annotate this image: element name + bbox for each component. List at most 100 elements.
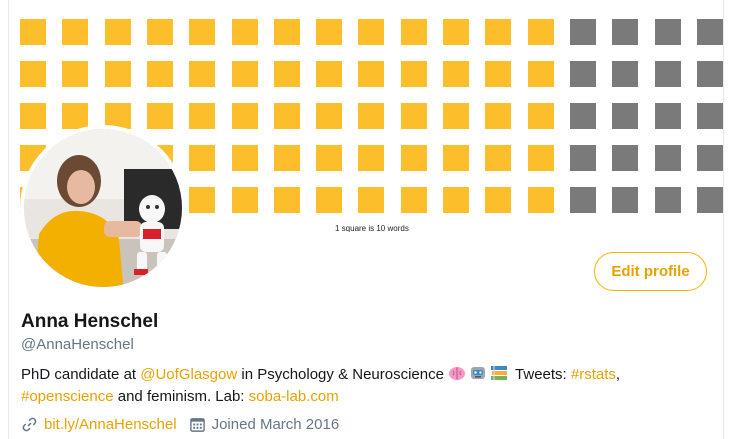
waffle-square-orange	[231, 187, 258, 213]
waffle-square-orange	[189, 103, 216, 129]
waffle-square-orange	[231, 103, 258, 129]
waffle-square-orange	[358, 187, 385, 213]
waffle-square-orange	[62, 19, 89, 45]
lab-link[interactable]: soba-lab.com	[249, 388, 339, 405]
waffle-square-orange	[485, 103, 512, 129]
waffle-square-grey	[696, 145, 723, 171]
waffle-square-grey	[654, 61, 681, 87]
waffle-square-grey	[654, 103, 681, 129]
profile-bio: PhD candidate at @UofGlasgow in Psycholo…	[21, 364, 681, 408]
waffle-square-orange	[273, 61, 300, 87]
waffle-square-orange	[527, 61, 554, 87]
calendar-icon	[189, 418, 205, 432]
waffle-square-orange	[358, 19, 385, 45]
waffle-square-grey	[612, 103, 639, 129]
waffle-square-orange	[358, 145, 385, 171]
banner-caption: 1 square is 10 words	[335, 224, 409, 232]
waffle-square-orange	[443, 145, 469, 171]
hashtag-openscience-link[interactable]: #openscience	[21, 388, 114, 405]
waffle-square-grey	[696, 103, 723, 129]
waffle-square-orange	[316, 187, 343, 213]
waffle-square-orange	[146, 103, 173, 129]
waffle-square-orange	[485, 187, 512, 213]
waffle-square-orange	[527, 19, 554, 45]
website-item[interactable]: bit.ly/AnnaHenschel	[21, 416, 177, 433]
waffle-square-orange	[189, 61, 216, 87]
waffle-square-orange	[443, 19, 469, 45]
bio-text: ,	[615, 366, 621, 383]
joined-date: Joined March 2016	[211, 416, 340, 433]
hashtag-rstats-link[interactable]: #rstats	[571, 366, 616, 383]
waffle-square-orange	[527, 103, 554, 129]
waffle-square-orange	[400, 145, 427, 171]
waffle-square-orange	[358, 61, 385, 87]
waffle-square-orange	[104, 19, 131, 45]
waffle-square-grey	[612, 19, 639, 45]
waffle-square-orange	[527, 145, 554, 171]
profile-meta: bit.ly/AnnaHenschel Joined March 2016	[21, 416, 351, 433]
waffle-square-grey	[569, 187, 596, 213]
joined-item: Joined March 2016	[189, 416, 340, 433]
waffle-square-orange	[316, 19, 343, 45]
waffle-square-grey	[696, 19, 723, 45]
waffle-square-orange	[400, 103, 427, 129]
waffle-square-orange	[189, 19, 216, 45]
waffle-square-grey	[569, 103, 596, 129]
waffle-square-orange	[273, 187, 300, 213]
waffle-square-orange	[485, 61, 512, 87]
waffle-square-orange	[104, 61, 131, 87]
waffle-square-orange	[485, 19, 512, 45]
waffle-square-grey	[569, 145, 596, 171]
website-link[interactable]: bit.ly/AnnaHenschel	[44, 416, 177, 433]
waffle-square-orange	[443, 61, 469, 87]
bio-text: and feminism. Lab:	[113, 388, 249, 405]
waffle-square-orange	[273, 103, 300, 129]
waffle-square-orange	[231, 61, 258, 87]
waffle-square-orange	[316, 61, 343, 87]
waffle-square-orange	[316, 103, 343, 129]
waffle-square-grey	[569, 19, 596, 45]
bio-text: PhD candidate at	[21, 366, 141, 383]
waffle-square-orange	[189, 187, 216, 213]
waffle-square-orange	[146, 19, 173, 45]
avatar[interactable]	[20, 125, 186, 291]
waffle-square-orange	[485, 145, 512, 171]
books-emoji-icon	[491, 366, 508, 380]
waffle-square-grey	[696, 61, 723, 87]
bio-text: in Psychology & Neuroscience	[237, 366, 449, 383]
waffle-square-grey	[696, 187, 723, 213]
waffle-square-grey	[612, 61, 639, 87]
waffle-square-orange	[273, 145, 300, 171]
bio-text: Tweets:	[511, 366, 571, 383]
robot-emoji-icon	[471, 367, 486, 379]
edit-profile-button[interactable]: Edit profile	[594, 252, 707, 291]
waffle-square-orange	[273, 19, 300, 45]
waffle-square-orange	[20, 19, 46, 45]
waffle-square-orange	[443, 187, 469, 213]
waffle-square-orange	[527, 187, 554, 213]
waffle-square-orange	[316, 145, 343, 171]
waffle-square-grey	[612, 145, 639, 171]
waffle-square-orange	[62, 61, 89, 87]
mention-link[interactable]: @UofGlasgow	[140, 366, 237, 383]
waffle-square-grey	[654, 145, 681, 171]
avatar-photo	[24, 129, 182, 287]
waffle-square-orange	[146, 61, 173, 87]
waffle-square-orange	[358, 103, 385, 129]
waffle-square-orange	[20, 103, 46, 129]
brain-emoji-icon	[449, 367, 466, 380]
link-icon	[22, 417, 37, 432]
waffle-square-orange	[231, 19, 258, 45]
profile-handle: @AnnaHenschel	[21, 336, 134, 353]
waffle-square-grey	[569, 61, 596, 87]
waffle-square-orange	[231, 145, 258, 171]
waffle-square-orange	[443, 103, 469, 129]
waffle-square-orange	[189, 145, 216, 171]
waffle-square-orange	[400, 187, 427, 213]
waffle-square-grey	[612, 187, 639, 213]
waffle-square-orange	[20, 61, 46, 87]
waffle-square-grey	[654, 19, 681, 45]
waffle-square-orange	[400, 61, 427, 87]
waffle-square-orange	[400, 19, 427, 45]
waffle-square-orange	[62, 103, 89, 129]
